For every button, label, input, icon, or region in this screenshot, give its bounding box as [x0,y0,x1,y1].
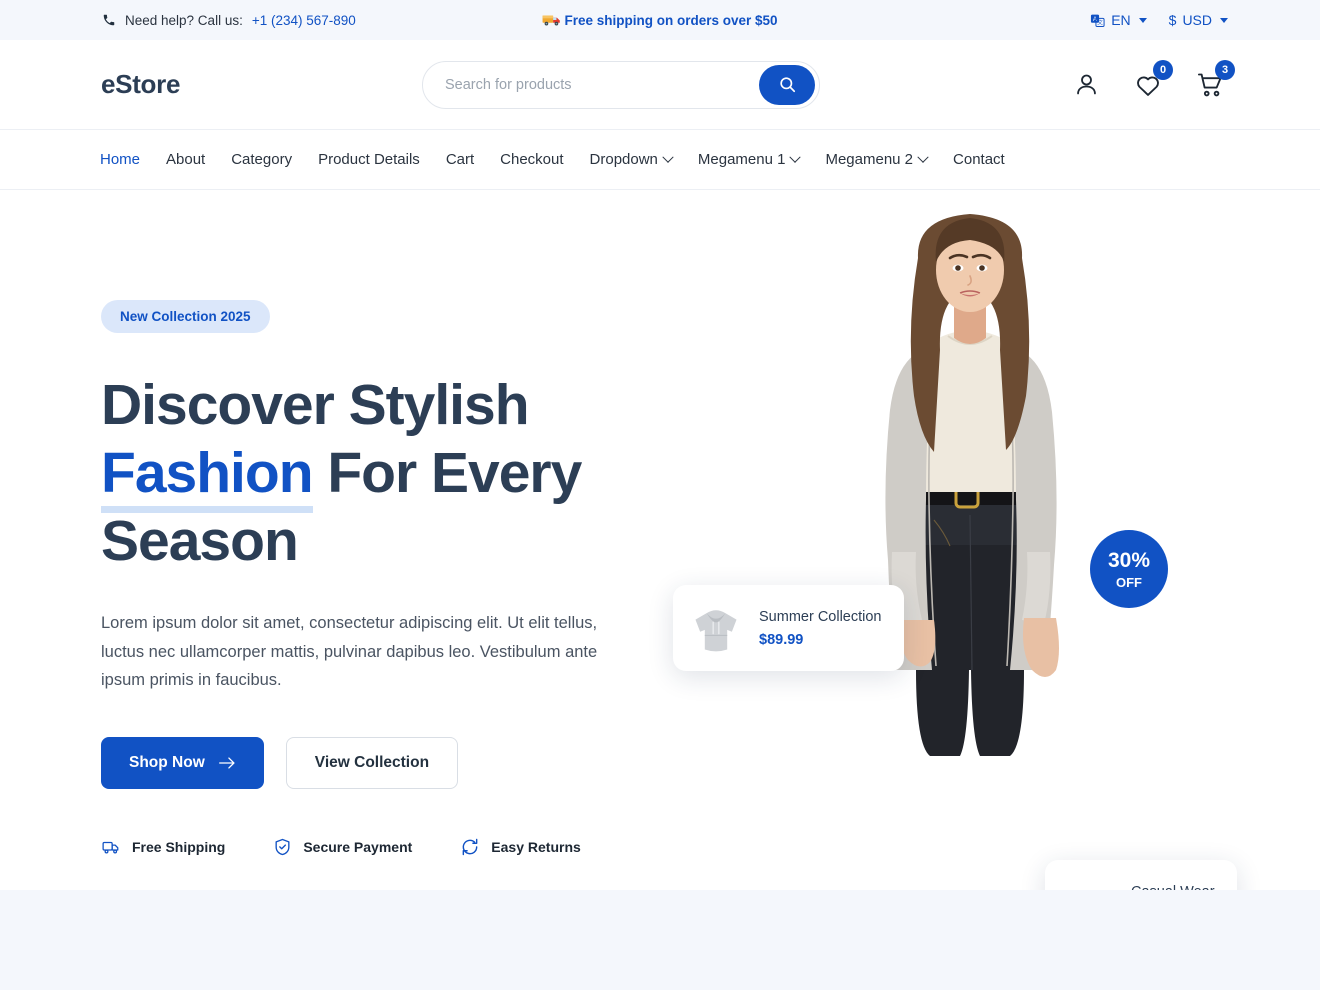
chevron-down-icon [917,151,929,163]
product-name: Summer Collection [759,608,882,625]
nav-item-label: Megamenu 1 [697,151,786,168]
arrow-right-icon [218,756,236,770]
nav-item-label: Contact [953,151,1005,168]
nav-item-megamenu-2[interactable]: Megamenu 2 [812,151,940,168]
search-bar [422,60,820,109]
language-selector[interactable]: A 文 EN [1090,12,1147,28]
truck-icon [101,838,121,856]
discount-badge: 30% OFF [1090,530,1168,608]
headline-highlight: Fashion [101,441,314,513]
hero-features: Free Shipping Secure Payment Easy Returns [101,837,661,857]
site-logo[interactable]: eStore [101,69,180,100]
feature-label: Free Shipping [132,838,226,855]
feature-easy-returns: Easy Returns [460,837,581,857]
sunglasses-thumbnail [1059,874,1117,890]
hero-section: New Collection 2025 Discover Stylish Fas… [0,190,1320,890]
next-section-band [0,890,1320,990]
chevron-down-icon [662,151,674,163]
product-card-text: Summer Collection $89.99 [759,609,882,648]
fashion-model-image [885,214,1059,756]
feature-label: Easy Returns [491,838,581,855]
cart-button[interactable]: 3 [1196,59,1235,99]
shop-now-label: Shop Now [129,753,205,771]
nav-item-label: Category [231,151,293,168]
page-title: Discover Stylish Fashion For Every Seaso… [101,371,661,575]
nav-item-home[interactable]: Home [100,151,153,168]
product-card-casual-wear[interactable]: Casual Wear $59.99 [1045,860,1237,890]
feature-secure-payment: Secure Payment [273,837,412,857]
nav-item-label: Checkout [500,151,564,168]
hoodie-thumbnail [687,599,745,657]
top-announcement-bar: Need help? Call us: +1 (234) 567-890 Fre… [0,0,1320,40]
topbar-selectors: A 文 EN $ USD [1090,12,1228,28]
wishlist-count-badge: 0 [1153,59,1173,80]
product-price: $89.99 [759,631,804,648]
header-actions: 0 3 [1073,59,1235,99]
nav-item-cart[interactable]: Cart [433,151,487,168]
discount-value: 30% [1107,548,1151,572]
product-card-summer-collection[interactable]: Summer Collection $89.99 [673,585,904,671]
hero-description: Lorem ipsum dolor sit amet, consectetur … [101,614,598,689]
hero-visual: 30% OFF Summer Collection $89.99 [660,190,1320,890]
feature-free-shipping: Free Shipping [101,837,225,857]
currency-selector[interactable]: $ USD [1169,12,1228,28]
hero-content: New Collection 2025 Discover Stylish Fas… [101,300,661,857]
view-collection-button[interactable]: View Collection [285,736,459,789]
nav-item-checkout[interactable]: Checkout [487,151,576,168]
nav-item-label: Product Details [318,151,420,168]
new-collection-badge: New Collection 2025 [101,300,270,333]
product-card-text: Casual Wear $59.99 [1131,884,1215,891]
feature-label: Secure Payment [303,838,413,855]
cart-count-badge: 3 [1215,59,1235,80]
shop-now-button[interactable]: Shop Now [101,736,264,789]
nav-item-label: Dropdown [589,151,658,168]
discount-label: OFF [1116,574,1142,590]
free-shipping-text: Free shipping on orders over $50 [564,12,778,28]
hero-button-row: Shop Now View Collection [101,736,661,789]
main-navigation: Home About Category Product Details Cart Chec… [0,130,1320,190]
nav-item-about[interactable]: About [153,151,218,168]
refresh-icon [460,837,480,857]
user-icon [1073,71,1100,98]
search-button[interactable] [759,64,815,105]
currency-value: USD [1182,12,1212,28]
nav-item-label: About [166,151,206,168]
headline-line-2-rest: For Every [312,441,582,505]
nav-item-contact[interactable]: Contact [940,151,1018,168]
chevron-down-icon [789,151,802,163]
headline-line-1: Discover Stylish [101,373,530,437]
product-name: Casual Wear [1131,884,1215,891]
nav-item-category[interactable]: Category [218,151,305,168]
language-value: EN [1111,12,1131,28]
delivery-truck-icon [542,12,562,28]
headline-line-3: Season [101,509,299,573]
chevron-down-icon [1138,17,1147,23]
nav-item-label: Megamenu 2 [825,151,914,168]
wishlist-button[interactable]: 0 [1134,59,1173,99]
nav-item-label: Cart [445,151,475,168]
nav-item-megamenu-1[interactable]: Megamenu 1 [685,151,813,168]
account-button[interactable] [1073,71,1100,98]
search-icon [778,75,797,94]
nav-item-product-details[interactable]: Product Details [305,151,433,168]
site-header: eStore 0 [0,40,1320,130]
nav-item-dropdown[interactable]: Dropdown [577,151,685,168]
translate-icon: A 文 [1090,13,1105,28]
search-input[interactable] [445,76,759,93]
chevron-down-icon [1220,17,1228,23]
currency-symbol: $ [1168,12,1177,28]
nav-item-label: Home [100,151,141,168]
shield-check-icon [273,837,292,857]
